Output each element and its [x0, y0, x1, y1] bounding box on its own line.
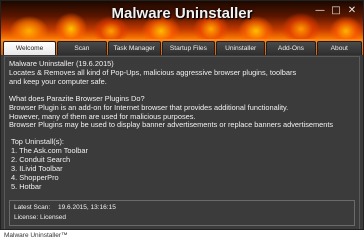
license-status: License: Licensed [14, 214, 67, 221]
list-item: 5. Hotbar [11, 181, 42, 191]
tab-scan[interactable]: Scan [57, 41, 107, 55]
fire-header: Malware Uninstaller — □ ✕ [1, 1, 363, 39]
status-bar: Malware Uninstaller™ [0, 230, 364, 241]
parazite-text: What does Parazite Browser Plugins Do? B… [9, 94, 355, 131]
tab-welcome[interactable]: Welcome [3, 41, 57, 55]
tab-add-ons[interactable]: Add-Ons [266, 41, 316, 55]
intro-line: and keep your computer safe. [9, 76, 107, 86]
tab-task-manager[interactable]: Task Manager [107, 41, 161, 55]
app-window: Malware Uninstaller — □ ✕ Welcome Scan T… [0, 0, 364, 230]
scan-info-box: Latest Scan: 19.6.2015, 13:16:15 License… [9, 200, 355, 226]
list-item: 3. ILivid Toolbar [11, 164, 63, 174]
maximize-button[interactable]: □ [329, 5, 343, 17]
latest-scan-label: Latest Scan: [14, 204, 51, 211]
window-controls: — □ ✕ [313, 5, 359, 17]
minimize-button[interactable]: — [313, 5, 327, 17]
parazite-line: Browser Plugins may be used to display b… [9, 120, 334, 130]
tab-bar: Welcome Scan Task Manager Startup Files … [1, 39, 363, 55]
top-uninstalls: Top Uninstall(s): 1. The Ask.com Toolbar… [9, 137, 355, 191]
close-button[interactable]: ✕ [345, 5, 359, 17]
latest-scan-row: Latest Scan: 19.6.2015, 13:16:15 [14, 203, 350, 213]
tab-startup-files[interactable]: Startup Files [161, 41, 215, 55]
license-row: License: Licensed [14, 213, 350, 223]
tab-uninstaller[interactable]: Uninstaller [216, 41, 266, 55]
window-title: Malware Uninstaller [111, 5, 253, 22]
latest-scan-value: 19.6.2015, 13:16:15 [58, 204, 116, 211]
intro-text: Malware Uninstaller (19.6.2015) Locates … [9, 59, 355, 87]
list-item: 4. ShopperPro [11, 172, 59, 182]
tab-about[interactable]: About [316, 41, 362, 55]
welcome-panel: Malware Uninstaller (19.6.2015) Locates … [4, 56, 360, 229]
